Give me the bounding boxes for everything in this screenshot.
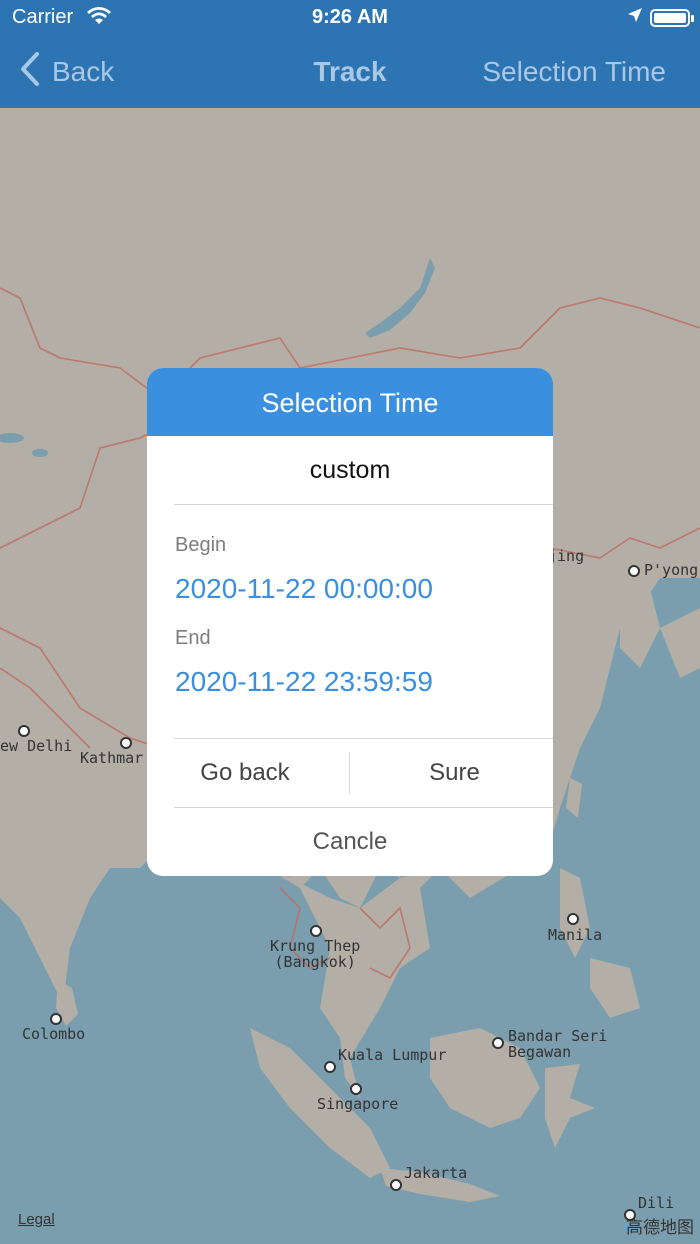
battery-icon	[650, 9, 694, 27]
city-marker-bangkok	[310, 922, 326, 938]
begin-time-value[interactable]: 2020-11-22 00:00:00	[147, 573, 553, 605]
city-marker-icon	[50, 1012, 62, 1025]
status-bar: Carrier 9:26 AM	[0, 0, 700, 36]
city-marker-icon	[567, 912, 579, 925]
selection-time-button[interactable]: Selection Time	[482, 56, 666, 88]
city-marker-colombo	[50, 1010, 66, 1026]
mode-selector[interactable]: custom	[147, 436, 553, 504]
sure-button[interactable]: Sure	[352, 738, 553, 808]
end-label: End	[175, 627, 211, 649]
dialog-title: Selection Time	[147, 368, 553, 436]
city-label-jakarta: Jakarta	[404, 1164, 468, 1182]
city-label-bangkok: Krung Thep (Bangkok)	[270, 937, 361, 971]
city-marker-new-delhi	[18, 722, 34, 738]
city-marker-singapore	[350, 1080, 366, 1096]
city-label-singapore: Singapore	[317, 1095, 399, 1113]
end-time-value[interactable]: 2020-11-22 23:59:59	[147, 666, 553, 698]
map-watermark: 高德地图	[626, 1218, 694, 1237]
divider	[174, 504, 553, 505]
navigation-bar: Back Track Selection Time	[0, 36, 700, 108]
city-marker-icon	[350, 1082, 362, 1095]
cancel-row: Cancle	[147, 807, 553, 876]
city-label-colombo: Colombo	[22, 1025, 86, 1043]
go-back-button[interactable]: Go back	[147, 738, 343, 808]
top-bar: Carrier 9:26 AM Back Track Selection Tim…	[0, 0, 700, 108]
clock: 9:26 AM	[312, 6, 388, 28]
city-marker-icon	[324, 1060, 336, 1073]
city-marker-icon	[628, 564, 640, 577]
location-arrow-icon	[626, 6, 644, 30]
city-label-kathmandu: Kathmar	[80, 749, 144, 767]
city-label-bandar-seri-begawan: Bandar Seri Begawan	[508, 1027, 608, 1061]
city-marker-icon	[492, 1036, 504, 1049]
city-marker-icon	[120, 736, 132, 749]
city-marker-manila	[567, 910, 583, 926]
selection-time-dialog: Selection Time custom Begin 2020-11-22 0…	[147, 368, 553, 876]
city-marker-icon	[310, 924, 322, 937]
city-label-manila: Manila	[548, 926, 603, 944]
legal-link[interactable]: Legal	[18, 1211, 55, 1228]
city-label-pyongyang: P'yong	[628, 562, 698, 578]
city-label-beijing: jing	[548, 547, 585, 565]
city-label-dili: Dili	[638, 1194, 675, 1212]
cancel-button[interactable]: Cancle	[147, 807, 553, 876]
divider	[349, 752, 350, 794]
city-label-new-delhi: ew Delhi	[0, 737, 73, 755]
city-marker-icon	[18, 724, 30, 737]
city-marker-kathmandu	[120, 734, 136, 750]
dialog-actions: Go back Sure	[147, 738, 553, 808]
city-marker-icon	[390, 1178, 402, 1191]
city-marker-bandar	[492, 1034, 508, 1050]
begin-label: Begin	[175, 534, 227, 556]
divider	[174, 807, 553, 808]
city-label-kuala-lumpur: Kuala Lumpur	[338, 1046, 447, 1064]
